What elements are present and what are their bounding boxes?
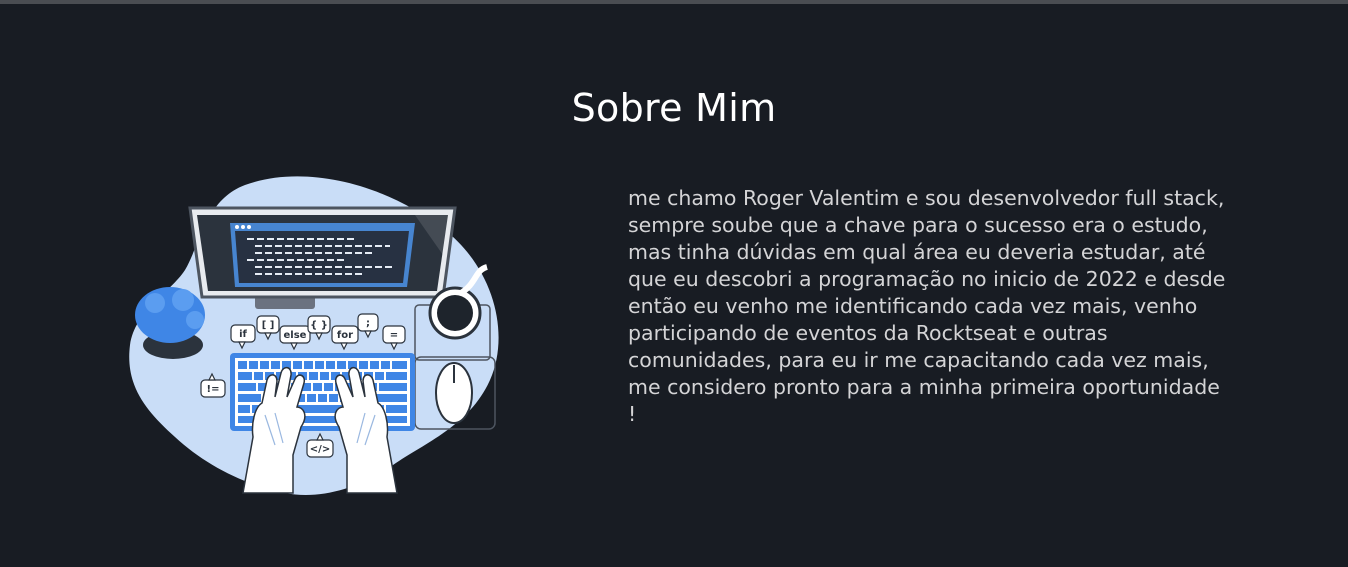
svg-text:=: = <box>390 330 398 341</box>
svg-text:{ }: { } <box>310 320 328 331</box>
svg-text:if: if <box>239 329 247 340</box>
plant-icon <box>135 287 205 359</box>
svg-text:for: for <box>337 330 353 341</box>
section-title: Sobre Mim <box>571 86 777 130</box>
svg-text:[ ]: [ ] <box>262 320 275 331</box>
about-description: me chamo Roger Valentim e sou desenvolve… <box>628 186 1226 426</box>
developer-at-desk-illustration: if [ ] else { } for ; = != </> <box>129 176 499 495</box>
window-top-border <box>0 0 1348 4</box>
monitor-icon <box>188 206 457 309</box>
svg-text:!=: != <box>207 384 220 395</box>
svg-text:;: ; <box>366 318 370 329</box>
svg-text:</>: </> <box>310 444 330 455</box>
svg-text:else: else <box>284 330 307 341</box>
